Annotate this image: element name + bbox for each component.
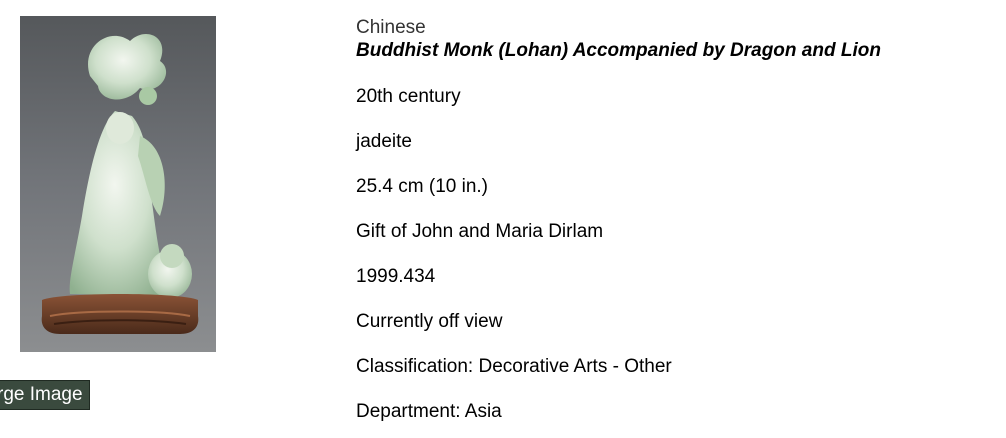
artwork-department: Department: Asia — [356, 401, 502, 422]
artwork-details: Chinese Buddhist Monk (Lohan) Accompanie… — [356, 17, 996, 422]
artwork-date: 20th century — [356, 86, 461, 107]
artwork-photo[interactable] — [20, 16, 216, 352]
artwork-credit-line: Gift of John and Maria Dirlam — [356, 221, 604, 242]
artwork-classification: Classification: Decorative Arts - Other — [356, 356, 672, 377]
artwork-culture: Chinese — [356, 17, 426, 38]
artwork-location-status: Currently off view — [356, 311, 503, 332]
jade-figure-image — [20, 16, 216, 352]
artwork-accession-number: 1999.434 — [356, 266, 436, 287]
view-large-image-button[interactable]: rge Image — [0, 380, 90, 410]
artwork-medium: jadeite — [356, 131, 412, 152]
artwork-dimensions: 25.4 cm (10 in.) — [356, 176, 488, 197]
artwork-title: Buddhist Monk (Lohan) Accompanied by Dra… — [356, 40, 881, 61]
